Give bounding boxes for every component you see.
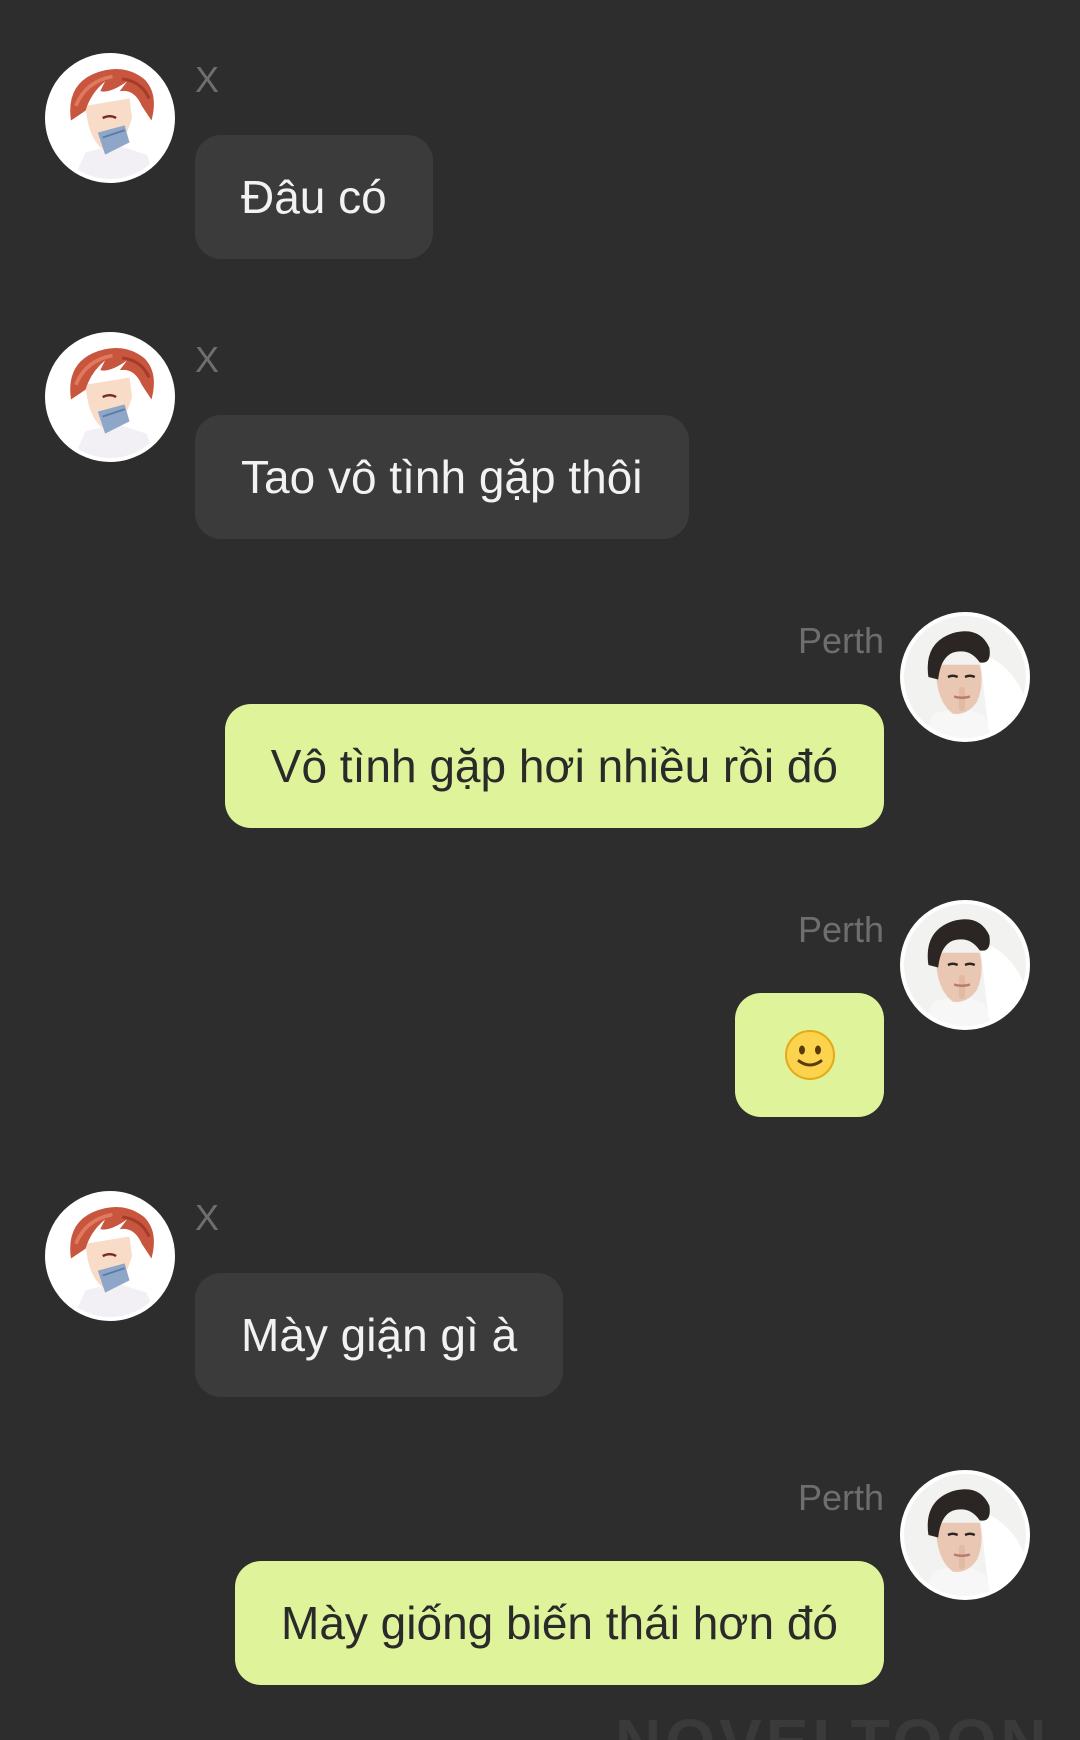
red-haired-anime-boy-avatar-icon	[49, 1195, 171, 1317]
sender-name: X	[195, 1197, 220, 1238]
sender-name: Perth	[797, 620, 884, 661]
avatar-perth[interactable]	[900, 1470, 1030, 1600]
chat-conversation: X Đâu có X Tao vô tình gặp thôi Perth Vô…	[0, 0, 1080, 1740]
avatar-perth[interactable]	[900, 612, 1030, 742]
incoming-message-bubble[interactable]: Tao vô tình gặp thôi	[195, 415, 689, 539]
incoming-message-bubble[interactable]: Đâu có	[195, 135, 433, 259]
slightly-smiling-face-icon	[784, 1029, 835, 1080]
dark-haired-boy-photo-avatar-icon	[904, 904, 1026, 1026]
incoming-message-bubble[interactable]: Mày giận gì à	[195, 1273, 564, 1397]
avatar-perth[interactable]	[900, 900, 1030, 1030]
sender-name: X	[195, 339, 220, 380]
outgoing-message-bubble[interactable]: Vô tình gặp hơi nhiều rồi đó	[224, 704, 884, 828]
dark-haired-boy-photo-avatar-icon	[904, 1474, 1026, 1596]
watermark: NOVELTOON	[615, 1710, 1050, 1740]
red-haired-anime-boy-avatar-icon	[49, 336, 171, 458]
outgoing-message-bubble[interactable]: Mày giống biến thái hơn đó	[235, 1561, 884, 1685]
avatar-x[interactable]	[45, 53, 175, 183]
sender-name: X	[195, 59, 220, 100]
dark-haired-boy-photo-avatar-icon	[904, 616, 1026, 738]
avatar-x[interactable]	[45, 332, 175, 462]
outgoing-emoji-bubble[interactable]	[735, 993, 884, 1117]
sender-name: Perth	[797, 909, 884, 950]
avatar-x[interactable]	[45, 1191, 175, 1321]
sender-name: Perth	[797, 1477, 884, 1518]
red-haired-anime-boy-avatar-icon	[49, 57, 171, 179]
